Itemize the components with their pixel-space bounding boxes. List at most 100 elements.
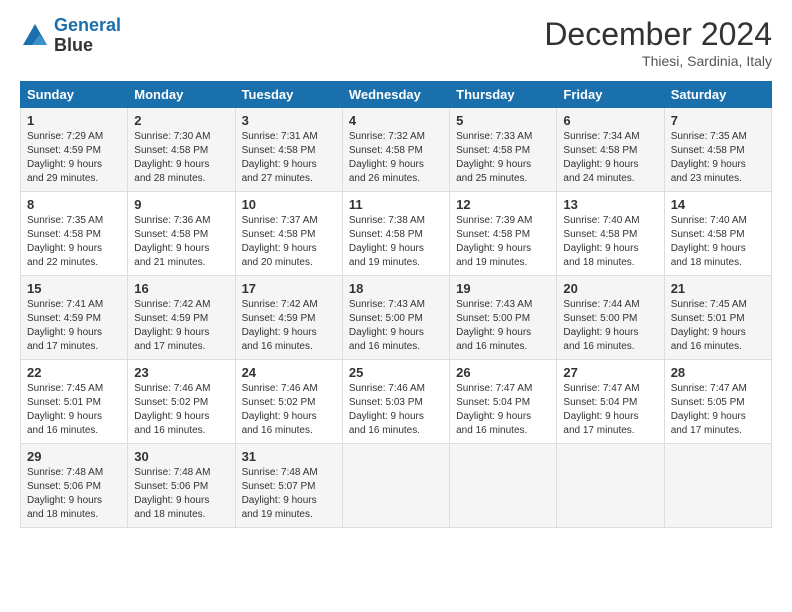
calendar-cell: 18 Sunrise: 7:43 AM Sunset: 5:00 PM Dayl… bbox=[342, 276, 449, 360]
calendar-cell: 22 Sunrise: 7:45 AM Sunset: 5:01 PM Dayl… bbox=[21, 360, 128, 444]
day-info: Sunrise: 7:30 AM Sunset: 4:58 PM Dayligh… bbox=[134, 130, 228, 186]
day-number: 29 bbox=[27, 449, 121, 464]
day-info: Sunrise: 7:31 AM Sunset: 4:58 PM Dayligh… bbox=[242, 130, 336, 186]
day-info: Sunrise: 7:43 AM Sunset: 5:00 PM Dayligh… bbox=[456, 298, 550, 354]
day-number: 23 bbox=[134, 365, 228, 380]
calendar-cell: 29 Sunrise: 7:48 AM Sunset: 5:06 PM Dayl… bbox=[21, 444, 128, 528]
day-number: 20 bbox=[563, 281, 657, 296]
calendar-cell bbox=[557, 444, 664, 528]
calendar-row-5: 29 Sunrise: 7:48 AM Sunset: 5:06 PM Dayl… bbox=[21, 444, 772, 528]
calendar-cell bbox=[664, 444, 771, 528]
day-info: Sunrise: 7:47 AM Sunset: 5:04 PM Dayligh… bbox=[563, 382, 657, 438]
calendar-cell: 15 Sunrise: 7:41 AM Sunset: 4:59 PM Dayl… bbox=[21, 276, 128, 360]
day-info: Sunrise: 7:29 AM Sunset: 4:59 PM Dayligh… bbox=[27, 130, 121, 186]
calendar-cell: 27 Sunrise: 7:47 AM Sunset: 5:04 PM Dayl… bbox=[557, 360, 664, 444]
day-number: 11 bbox=[349, 197, 443, 212]
day-number: 8 bbox=[27, 197, 121, 212]
logo-text: General Blue bbox=[54, 16, 121, 56]
day-number: 6 bbox=[563, 113, 657, 128]
calendar-cell: 1 Sunrise: 7:29 AM Sunset: 4:59 PM Dayli… bbox=[21, 108, 128, 192]
location: Thiesi, Sardinia, Italy bbox=[544, 53, 772, 69]
calendar-cell: 19 Sunrise: 7:43 AM Sunset: 5:00 PM Dayl… bbox=[450, 276, 557, 360]
col-tuesday: Tuesday bbox=[235, 82, 342, 108]
day-number: 28 bbox=[671, 365, 765, 380]
day-number: 14 bbox=[671, 197, 765, 212]
day-info: Sunrise: 7:35 AM Sunset: 4:58 PM Dayligh… bbox=[27, 214, 121, 270]
calendar-cell: 25 Sunrise: 7:46 AM Sunset: 5:03 PM Dayl… bbox=[342, 360, 449, 444]
day-info: Sunrise: 7:47 AM Sunset: 5:04 PM Dayligh… bbox=[456, 382, 550, 438]
calendar-row-2: 8 Sunrise: 7:35 AM Sunset: 4:58 PM Dayli… bbox=[21, 192, 772, 276]
calendar-cell: 14 Sunrise: 7:40 AM Sunset: 4:58 PM Dayl… bbox=[664, 192, 771, 276]
day-info: Sunrise: 7:46 AM Sunset: 5:02 PM Dayligh… bbox=[134, 382, 228, 438]
header: General Blue December 2024 Thiesi, Sardi… bbox=[20, 16, 772, 69]
day-number: 21 bbox=[671, 281, 765, 296]
calendar-cell bbox=[342, 444, 449, 528]
day-number: 13 bbox=[563, 197, 657, 212]
day-info: Sunrise: 7:46 AM Sunset: 5:02 PM Dayligh… bbox=[242, 382, 336, 438]
day-info: Sunrise: 7:48 AM Sunset: 5:07 PM Dayligh… bbox=[242, 466, 336, 522]
day-number: 26 bbox=[456, 365, 550, 380]
calendar-row-1: 1 Sunrise: 7:29 AM Sunset: 4:59 PM Dayli… bbox=[21, 108, 772, 192]
logo: General Blue bbox=[20, 16, 121, 56]
day-number: 5 bbox=[456, 113, 550, 128]
calendar-cell: 28 Sunrise: 7:47 AM Sunset: 5:05 PM Dayl… bbox=[664, 360, 771, 444]
day-number: 15 bbox=[27, 281, 121, 296]
calendar-cell: 24 Sunrise: 7:46 AM Sunset: 5:02 PM Dayl… bbox=[235, 360, 342, 444]
calendar-cell: 26 Sunrise: 7:47 AM Sunset: 5:04 PM Dayl… bbox=[450, 360, 557, 444]
day-info: Sunrise: 7:43 AM Sunset: 5:00 PM Dayligh… bbox=[349, 298, 443, 354]
day-number: 12 bbox=[456, 197, 550, 212]
day-info: Sunrise: 7:40 AM Sunset: 4:58 PM Dayligh… bbox=[671, 214, 765, 270]
calendar-cell: 17 Sunrise: 7:42 AM Sunset: 4:59 PM Dayl… bbox=[235, 276, 342, 360]
day-info: Sunrise: 7:48 AM Sunset: 5:06 PM Dayligh… bbox=[134, 466, 228, 522]
calendar-cell: 16 Sunrise: 7:42 AM Sunset: 4:59 PM Dayl… bbox=[128, 276, 235, 360]
day-info: Sunrise: 7:38 AM Sunset: 4:58 PM Dayligh… bbox=[349, 214, 443, 270]
col-sunday: Sunday bbox=[21, 82, 128, 108]
calendar-cell: 13 Sunrise: 7:40 AM Sunset: 4:58 PM Dayl… bbox=[557, 192, 664, 276]
day-number: 30 bbox=[134, 449, 228, 464]
day-number: 9 bbox=[134, 197, 228, 212]
day-number: 22 bbox=[27, 365, 121, 380]
day-number: 27 bbox=[563, 365, 657, 380]
day-info: Sunrise: 7:48 AM Sunset: 5:06 PM Dayligh… bbox=[27, 466, 121, 522]
calendar-cell: 21 Sunrise: 7:45 AM Sunset: 5:01 PM Dayl… bbox=[664, 276, 771, 360]
day-info: Sunrise: 7:42 AM Sunset: 4:59 PM Dayligh… bbox=[242, 298, 336, 354]
header-row: Sunday Monday Tuesday Wednesday Thursday… bbox=[21, 82, 772, 108]
day-info: Sunrise: 7:45 AM Sunset: 5:01 PM Dayligh… bbox=[671, 298, 765, 354]
day-info: Sunrise: 7:32 AM Sunset: 4:58 PM Dayligh… bbox=[349, 130, 443, 186]
day-info: Sunrise: 7:45 AM Sunset: 5:01 PM Dayligh… bbox=[27, 382, 121, 438]
day-info: Sunrise: 7:42 AM Sunset: 4:59 PM Dayligh… bbox=[134, 298, 228, 354]
calendar-cell: 8 Sunrise: 7:35 AM Sunset: 4:58 PM Dayli… bbox=[21, 192, 128, 276]
day-info: Sunrise: 7:39 AM Sunset: 4:58 PM Dayligh… bbox=[456, 214, 550, 270]
day-info: Sunrise: 7:34 AM Sunset: 4:58 PM Dayligh… bbox=[563, 130, 657, 186]
calendar-cell: 4 Sunrise: 7:32 AM Sunset: 4:58 PM Dayli… bbox=[342, 108, 449, 192]
day-number: 7 bbox=[671, 113, 765, 128]
col-monday: Monday bbox=[128, 82, 235, 108]
day-number: 2 bbox=[134, 113, 228, 128]
calendar-cell: 11 Sunrise: 7:38 AM Sunset: 4:58 PM Dayl… bbox=[342, 192, 449, 276]
day-number: 10 bbox=[242, 197, 336, 212]
calendar-cell: 23 Sunrise: 7:46 AM Sunset: 5:02 PM Dayl… bbox=[128, 360, 235, 444]
calendar-cell: 7 Sunrise: 7:35 AM Sunset: 4:58 PM Dayli… bbox=[664, 108, 771, 192]
day-number: 31 bbox=[242, 449, 336, 464]
day-number: 18 bbox=[349, 281, 443, 296]
day-info: Sunrise: 7:47 AM Sunset: 5:05 PM Dayligh… bbox=[671, 382, 765, 438]
day-number: 4 bbox=[349, 113, 443, 128]
calendar-cell: 12 Sunrise: 7:39 AM Sunset: 4:58 PM Dayl… bbox=[450, 192, 557, 276]
day-info: Sunrise: 7:35 AM Sunset: 4:58 PM Dayligh… bbox=[671, 130, 765, 186]
day-number: 19 bbox=[456, 281, 550, 296]
title-block: December 2024 Thiesi, Sardinia, Italy bbox=[544, 16, 772, 69]
calendar-cell: 10 Sunrise: 7:37 AM Sunset: 4:58 PM Dayl… bbox=[235, 192, 342, 276]
day-number: 16 bbox=[134, 281, 228, 296]
day-info: Sunrise: 7:33 AM Sunset: 4:58 PM Dayligh… bbox=[456, 130, 550, 186]
day-info: Sunrise: 7:44 AM Sunset: 5:00 PM Dayligh… bbox=[563, 298, 657, 354]
col-friday: Friday bbox=[557, 82, 664, 108]
col-thursday: Thursday bbox=[450, 82, 557, 108]
day-info: Sunrise: 7:40 AM Sunset: 4:58 PM Dayligh… bbox=[563, 214, 657, 270]
calendar-row-3: 15 Sunrise: 7:41 AM Sunset: 4:59 PM Dayl… bbox=[21, 276, 772, 360]
calendar-row-4: 22 Sunrise: 7:45 AM Sunset: 5:01 PM Dayl… bbox=[21, 360, 772, 444]
calendar-cell: 30 Sunrise: 7:48 AM Sunset: 5:06 PM Dayl… bbox=[128, 444, 235, 528]
col-saturday: Saturday bbox=[664, 82, 771, 108]
month-title: December 2024 bbox=[544, 16, 772, 53]
day-info: Sunrise: 7:46 AM Sunset: 5:03 PM Dayligh… bbox=[349, 382, 443, 438]
day-info: Sunrise: 7:36 AM Sunset: 4:58 PM Dayligh… bbox=[134, 214, 228, 270]
